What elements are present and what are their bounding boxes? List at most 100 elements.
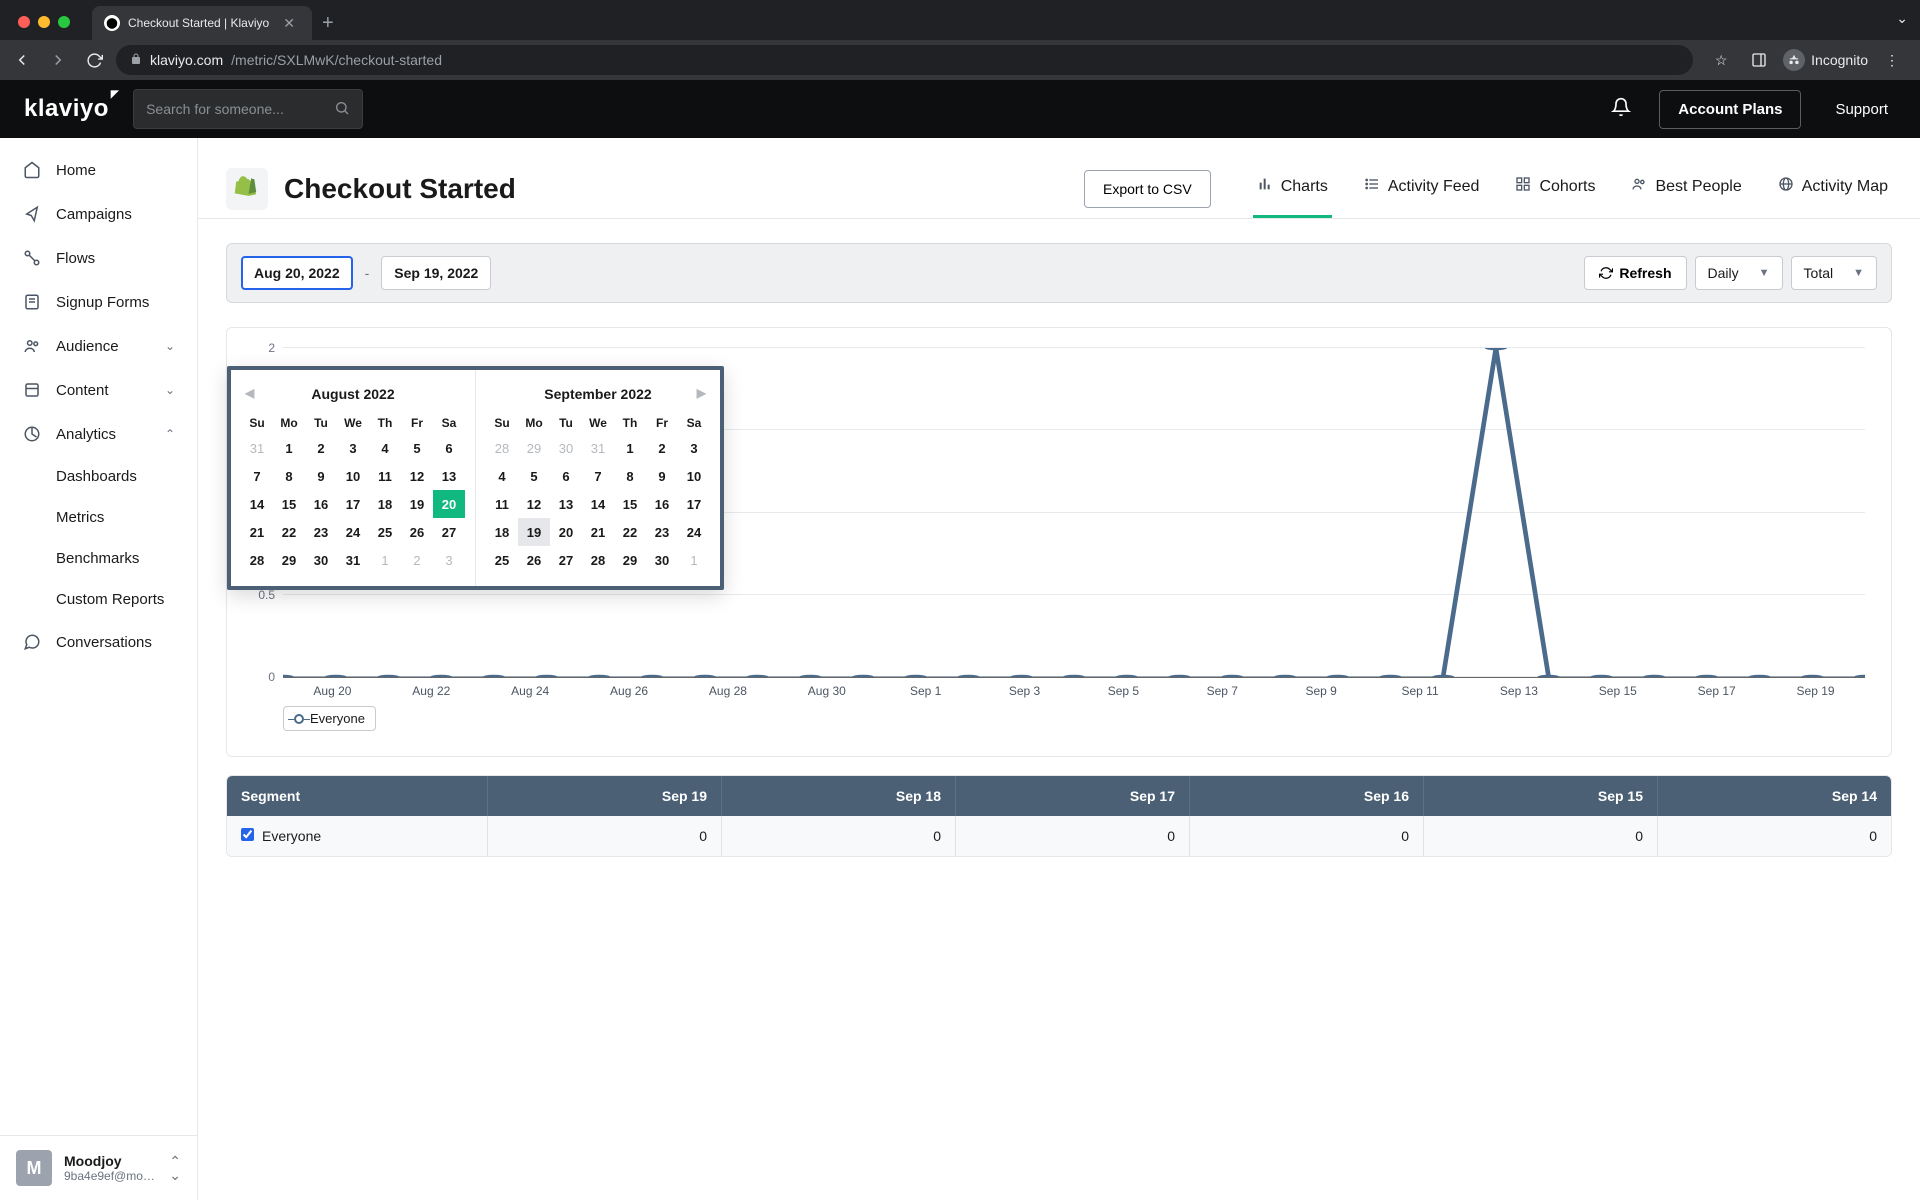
sidebar-item-signup-forms[interactable]: Signup Forms [0,280,197,324]
sidebar-item-audience[interactable]: Audience⌄ [0,324,197,368]
calendar-day[interactable]: 16 [646,490,678,518]
sidebar-subitem-benchmarks[interactable]: Benchmarks [56,538,197,579]
calendar-day[interactable]: 11 [369,462,401,490]
calendar-day[interactable]: 8 [614,462,646,490]
calendar-day[interactable]: 10 [337,462,369,490]
calendar-day[interactable]: 30 [305,546,337,574]
calendar-day[interactable]: 1 [678,546,710,574]
granularity-select[interactable]: Daily ▼ [1695,256,1783,290]
sidebar-item-flows[interactable]: Flows [0,236,197,280]
window-minimize-icon[interactable] [38,16,50,28]
calendar-day[interactable]: 7 [582,462,614,490]
account-switcher[interactable]: MMoodjoy9ba4e9ef@moo...⌃⌄ [0,1135,197,1200]
calendar-day[interactable]: 12 [401,462,433,490]
calendar-day[interactable]: 5 [401,434,433,462]
date-from-input[interactable]: Aug 20, 2022 [241,256,353,290]
tab-best-people[interactable]: Best People [1627,160,1745,218]
window-maximize-icon[interactable] [58,16,70,28]
calendar-day[interactable]: 25 [369,518,401,546]
calendar-day[interactable]: 24 [678,518,710,546]
calendar-day[interactable]: 1 [273,434,305,462]
calendar-day[interactable]: 26 [401,518,433,546]
calendar-day[interactable]: 2 [646,434,678,462]
legend-item[interactable]: Everyone [283,706,376,731]
sidebar-item-analytics[interactable]: Analytics⌃ [0,412,197,456]
sidebar-item-campaigns[interactable]: Campaigns [0,192,197,236]
tab-cohorts[interactable]: Cohorts [1511,160,1599,218]
calendar-day[interactable]: 7 [241,462,273,490]
browser-tab[interactable]: ⬤ Checkout Started | Klaviyo ✕ [92,6,312,40]
sidebar-subitem-custom-reports[interactable]: Custom Reports [56,579,197,620]
calendar-day[interactable]: 20 [433,490,465,518]
tabs-dropdown-icon[interactable]: ⌄ [1896,10,1908,27]
calendar-day[interactable]: 20 [550,518,582,546]
calendar-day[interactable]: 31 [241,434,273,462]
calendar-day[interactable]: 21 [241,518,273,546]
calendar-day[interactable]: 25 [486,546,518,574]
calendar-day[interactable]: 31 [582,434,614,462]
search-input[interactable] [146,101,334,117]
calendar-day[interactable]: 28 [582,546,614,574]
calendar-day[interactable]: 4 [486,462,518,490]
sidebar-item-conversations[interactable]: Conversations [0,620,197,664]
calendar-day[interactable]: 3 [433,546,465,574]
date-to-input[interactable]: Sep 19, 2022 [381,256,491,290]
calendar-day[interactable]: 5 [518,462,550,490]
reload-button[interactable] [80,46,108,74]
sidebar-item-home[interactable]: Home [0,148,197,192]
calendar-day[interactable]: 1 [614,434,646,462]
calendar-day[interactable]: 2 [401,546,433,574]
calendar-day[interactable]: 23 [646,518,678,546]
export-csv-button[interactable]: Export to CSV [1084,170,1211,208]
account-plans-button[interactable]: Account Plans [1659,90,1801,129]
calendar-day[interactable]: 22 [614,518,646,546]
sidebar-item-content[interactable]: Content⌄ [0,368,197,412]
calendar-day[interactable]: 28 [486,434,518,462]
calendar-day[interactable]: 14 [241,490,273,518]
calendar-day[interactable]: 29 [614,546,646,574]
calendar-day[interactable]: 9 [646,462,678,490]
address-bar[interactable]: klaviyo.com/metric/SXLMwK/checkout-start… [116,45,1693,75]
calendar-day[interactable]: 3 [678,434,710,462]
calendar-day[interactable]: 24 [337,518,369,546]
calendar-day[interactable]: 31 [337,546,369,574]
kebab-menu-icon[interactable]: ⋮ [1878,46,1906,74]
calendar-day[interactable]: 18 [486,518,518,546]
panel-icon[interactable] [1745,46,1773,74]
calendar-day[interactable]: 1 [369,546,401,574]
calendar-day[interactable]: 19 [518,518,550,546]
forward-button[interactable] [44,46,72,74]
calendar-day[interactable]: 8 [273,462,305,490]
tab-activity-feed[interactable]: Activity Feed [1360,160,1484,218]
calendar-day[interactable]: 27 [433,518,465,546]
calendar-day[interactable]: 2 [305,434,337,462]
incognito-badge[interactable]: Incognito [1783,49,1868,71]
tab-charts[interactable]: Charts [1253,160,1332,218]
calendar-day[interactable]: 15 [614,490,646,518]
calendar-day[interactable]: 17 [337,490,369,518]
notifications-button[interactable] [1599,97,1643,122]
tab-activity-map[interactable]: Activity Map [1774,160,1892,218]
prev-month-icon[interactable]: ◀ [245,386,254,400]
new-tab-button[interactable]: + [312,6,344,40]
refresh-button[interactable]: Refresh [1584,256,1686,290]
calendar-day[interactable]: 15 [273,490,305,518]
bookmark-star-icon[interactable]: ☆ [1707,46,1735,74]
back-button[interactable] [8,46,36,74]
calendar-day[interactable]: 13 [550,490,582,518]
calendar-day[interactable]: 11 [486,490,518,518]
next-month-icon[interactable]: ▶ [697,386,706,400]
calendar-day[interactable]: 18 [369,490,401,518]
calendar-day[interactable]: 14 [582,490,614,518]
calendar-day[interactable]: 19 [401,490,433,518]
calendar-day[interactable]: 10 [678,462,710,490]
global-search[interactable] [133,89,363,129]
calendar-day[interactable]: 12 [518,490,550,518]
support-link[interactable]: Support [1817,101,1896,118]
calendar-day[interactable]: 3 [337,434,369,462]
calendar-day[interactable]: 6 [433,434,465,462]
calendar-day[interactable]: 21 [582,518,614,546]
calendar-day[interactable]: 29 [273,546,305,574]
klaviyo-logo[interactable]: klaviyo◤ [24,95,117,123]
calendar-day[interactable]: 4 [369,434,401,462]
